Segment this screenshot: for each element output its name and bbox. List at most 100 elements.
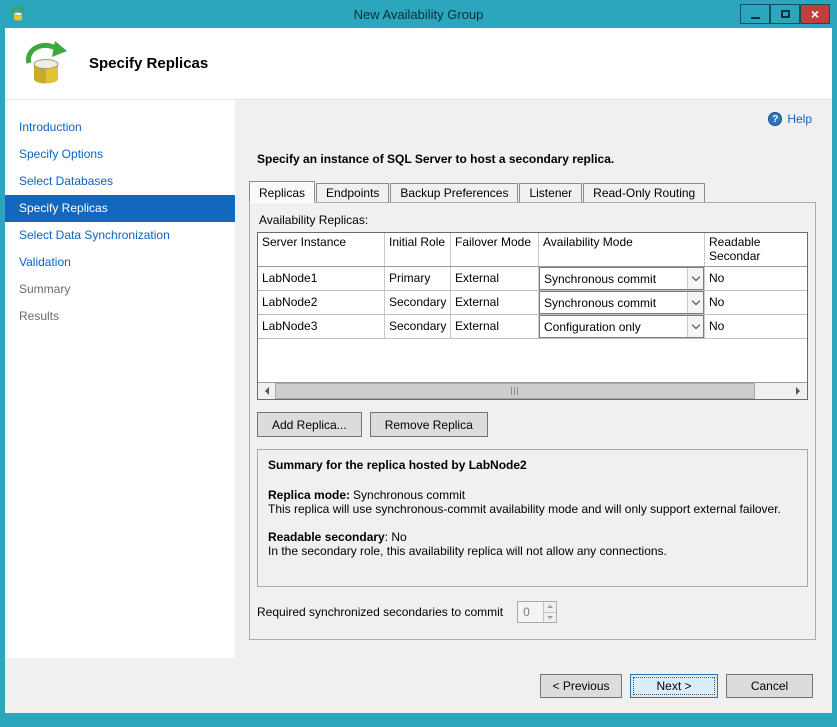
close-button[interactable]: × [800,4,830,24]
secondaries-spinner [517,601,557,623]
sidebar-item-validation[interactable]: Validation [5,249,235,276]
column-header-initial-role: Initial Role [385,233,451,266]
minimize-button[interactable] [740,4,770,24]
wizard-header: Specify Replicas [5,28,832,100]
chevron-down-icon [687,292,703,313]
table-row: LabNode1 Primary External Synchronous co… [258,267,807,291]
cell-availability-mode: Synchronous commit [539,291,705,314]
replica-mode-line: Replica mode:Synchronous commit [268,488,797,502]
window-controls: × [740,4,830,24]
replica-mode-value: Synchronous commit [353,488,465,502]
column-header-failover-mode: Failover Mode [451,233,539,266]
spinner-arrows [543,602,556,622]
tab-endpoints[interactable]: Endpoints [316,183,389,202]
secondaries-value-input [518,602,543,622]
chevron-down-icon [687,316,703,337]
cell-readable-secondary: No [705,291,807,314]
spinner-up-button [544,602,556,613]
wizard-body: Introduction Specify Options Select Data… [5,100,832,658]
combo-value: Configuration only [540,320,687,334]
tab-listener[interactable]: Listener [519,183,582,202]
help-icon: ? [768,112,782,126]
readable-secondary-label: Readable secondary [268,530,385,544]
column-header-availability-mode: Availability Mode [539,233,705,266]
sidebar-item-select-databases[interactable]: Select Databases [5,168,235,195]
close-icon: × [811,7,819,21]
maximize-icon [781,10,790,18]
wizard-footer: < Previous Next > Cancel [5,658,832,713]
combo-value: Synchronous commit [540,272,687,286]
availability-mode-select[interactable]: Synchronous commit [539,291,704,314]
maximize-button[interactable] [770,4,800,24]
add-replica-button[interactable]: Add Replica... [257,412,362,437]
tab-backup-preferences[interactable]: Backup Preferences [390,183,518,202]
scrollbar-track[interactable] [755,383,790,399]
sidebar-item-introduction[interactable]: Introduction [5,114,235,141]
minimize-icon [751,17,760,19]
scroll-right-arrow[interactable] [790,383,807,399]
column-header-server-instance: Server Instance [258,233,385,266]
down-arrow-icon [547,616,553,622]
previous-button[interactable]: < Previous [540,674,622,698]
wizard-window: New Availability Group × Specify Replica… [0,0,837,727]
cell-initial-role: Primary [385,267,451,290]
grid-button-row: Add Replica... Remove Replica [257,412,808,437]
tab-strip: Replicas Endpoints Backup Preferences Li… [249,180,832,202]
cell-initial-role: Secondary [385,291,451,314]
grid-empty-area [258,339,807,382]
cell-availability-mode: Synchronous commit [539,267,705,290]
cell-initial-role: Secondary [385,315,451,338]
cell-availability-mode: Configuration only [539,315,705,338]
cell-failover-mode: External [451,315,539,338]
tab-replicas[interactable]: Replicas [249,181,315,203]
readable-secondary-line: Readable secondary: No [268,530,797,544]
scrollbar-thumb[interactable] [275,383,755,399]
availability-mode-select[interactable]: Configuration only [539,315,704,338]
titlebar: New Availability Group × [5,0,832,28]
chevron-down-icon [687,268,703,289]
scrollbar-gripper-icon [511,387,520,395]
scroll-left-arrow[interactable] [258,383,275,399]
remove-replica-button[interactable]: Remove Replica [370,412,488,437]
sidebar-item-results: Results [5,303,235,330]
sidebar-item-summary: Summary [5,276,235,303]
sidebar-item-select-data-synchronization[interactable]: Select Data Synchronization [5,222,235,249]
availability-mode-select[interactable]: Synchronous commit [539,267,704,290]
summary-title: Summary for the replica hosted by LabNod… [268,458,797,472]
wizard-nav: Introduction Specify Options Select Data… [5,100,235,658]
right-arrow-icon [796,387,804,395]
horizontal-scrollbar[interactable] [258,382,807,399]
replicas-grid: Server Instance Initial Role Failover Mo… [257,232,808,400]
wizard-content: ? Help Specify an instance of SQL Server… [235,100,832,658]
instruction-text: Specify an instance of SQL Server to hos… [257,152,832,166]
cell-server-instance: LabNode3 [258,315,385,338]
page-title: Specify Replicas [89,55,208,72]
readable-secondary-value: : No [385,530,407,544]
spinner-down-button [544,613,556,623]
combo-value: Synchronous commit [540,296,687,310]
grid-header-row: Server Instance Initial Role Failover Mo… [258,233,807,267]
cancel-button[interactable]: Cancel [726,674,813,698]
secondaries-label: Required synchronized secondaries to com… [257,605,503,619]
cell-readable-secondary: No [705,315,807,338]
cell-failover-mode: External [451,267,539,290]
secondaries-row: Required synchronized secondaries to com… [257,601,808,623]
window-title: New Availability Group [5,7,832,22]
cell-readable-secondary: No [705,267,807,290]
up-arrow-icon [547,602,553,608]
help-link[interactable]: ? Help [768,112,812,126]
sidebar-item-specify-options[interactable]: Specify Options [5,141,235,168]
specify-replicas-icon [21,39,71,89]
left-arrow-icon [261,387,269,395]
summary-panel: Summary for the replica hosted by LabNod… [257,449,808,587]
table-row: LabNode2 Secondary External Synchronous … [258,291,807,315]
sidebar-item-specify-replicas[interactable]: Specify Replicas [5,195,235,222]
tab-read-only-routing[interactable]: Read-Only Routing [583,183,705,202]
readable-secondary-description: In the secondary role, this availability… [268,544,797,558]
next-button[interactable]: Next > [630,674,718,698]
availability-replicas-label: Availability Replicas: [259,213,808,227]
replica-mode-label: Replica mode: [268,488,350,502]
replica-mode-description: This replica will use synchronous-commit… [268,502,797,516]
help-label: Help [787,112,812,126]
cell-server-instance: LabNode2 [258,291,385,314]
